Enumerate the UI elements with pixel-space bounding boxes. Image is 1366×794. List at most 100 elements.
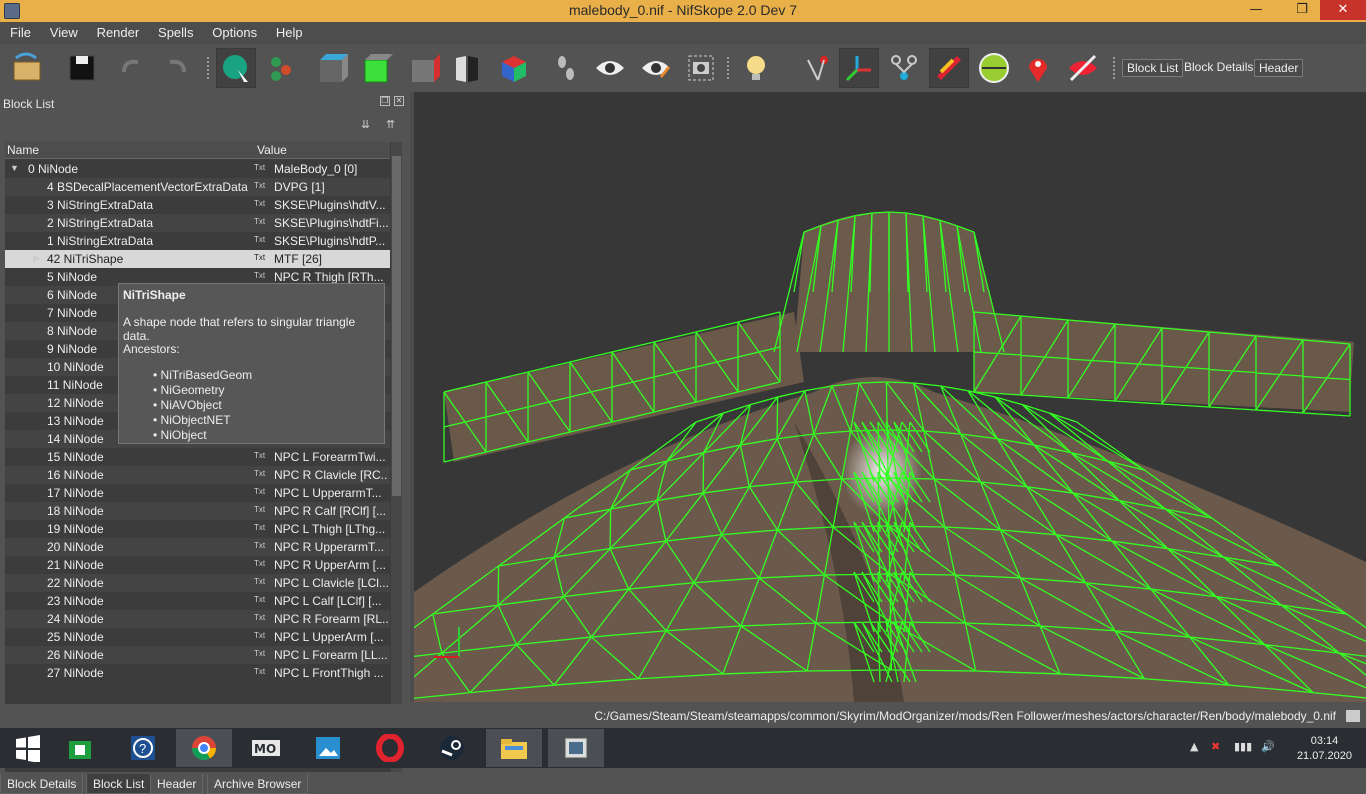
menu-help[interactable]: Help	[276, 22, 303, 40]
tree-header: Name Value	[5, 142, 390, 159]
clock-date: 21.07.2020	[1296, 750, 1352, 762]
minimize-button[interactable]: —	[1242, 0, 1270, 20]
lighting-icon[interactable]	[736, 48, 776, 88]
ancestor-item: NiTriBasedGeom	[153, 368, 253, 383]
tree-row[interactable]: 19 NiNode Txt NPC L Thigh [LThg...	[5, 520, 390, 538]
tree-row[interactable]: 26 NiNode Txt NPC L Forearm [LL...	[5, 646, 390, 664]
dock-float-button[interactable]: ❐	[380, 96, 390, 106]
column-header-name[interactable]: Name	[7, 143, 39, 157]
nifskope-task-icon[interactable]	[548, 729, 604, 767]
tree-row[interactable]: 17 NiNode Txt NPC L UpperarmT...	[5, 484, 390, 502]
view-front-icon[interactable]	[312, 48, 352, 88]
block-tree[interactable]: Name Value ▼ 0 NiNode Txt MaleBody_0 [0] 4 B…	[5, 142, 402, 772]
show-markers-icon[interactable]	[974, 48, 1014, 88]
network-status-icon[interactable]: ✖	[1211, 740, 1220, 753]
maximize-button[interactable]: ❐	[1288, 0, 1316, 20]
help-app-icon[interactable]: ?	[115, 729, 171, 767]
show-nodes-icon[interactable]	[636, 48, 676, 88]
tree-row[interactable]: ▶ 42 NiTriShape Txt MTF [26]	[5, 250, 390, 268]
show-constraints-icon[interactable]	[884, 48, 924, 88]
view-top-icon[interactable]	[357, 48, 397, 88]
show-axes-icon[interactable]	[796, 48, 836, 88]
collapse-all-icon[interactable]: ⇊	[361, 118, 370, 131]
toolbar-header-button[interactable]: Header	[1254, 59, 1304, 77]
volume-icon[interactable]: 🔊	[1261, 740, 1275, 753]
tree-row[interactable]: 15 NiNode Txt NPC L ForearmTwi...	[5, 448, 390, 466]
mo-app-icon[interactable]: MO	[238, 729, 294, 767]
show-location-marker-icon[interactable]	[1018, 48, 1058, 88]
expand-all-icon[interactable]: ⇈	[386, 118, 395, 131]
menu-spells[interactable]: Spells	[158, 22, 193, 40]
store-icon[interactable]	[52, 729, 108, 767]
redo-icon[interactable]	[156, 48, 196, 88]
start-button[interactable]	[0, 729, 56, 767]
chrome-icon[interactable]	[176, 729, 232, 767]
tab-header[interactable]: Header	[150, 774, 204, 794]
tree-row-name: 6 NiNode	[47, 288, 98, 302]
tree-row[interactable]: 24 NiNode Txt NPC R Forearm [RL...	[5, 610, 390, 628]
size-grip-icon[interactable]	[1346, 710, 1360, 722]
scrollbar-thumb[interactable]	[392, 156, 401, 496]
tree-scrollbar[interactable]	[391, 142, 402, 772]
select-object-icon[interactable]	[216, 48, 256, 88]
tree-row[interactable]: 1 NiStringExtraData Txt SKSE\Plugins\hdtP.…	[5, 232, 390, 250]
tree-row[interactable]: 27 NiNode Txt NPC L FrontThigh ...	[5, 664, 390, 682]
perspective-icon[interactable]	[448, 48, 488, 88]
text-type-icon: Txt	[254, 631, 266, 640]
view-side-icon[interactable]	[404, 48, 444, 88]
tree-row[interactable]: ▼ 0 NiNode Txt MaleBody_0 [0]	[5, 160, 390, 178]
toolbar-block-details-button[interactable]: Block Details	[1180, 59, 1257, 77]
tree-row-value: NPC R UpperArm [...	[274, 558, 387, 572]
tree-row[interactable]: 18 NiNode Txt NPC R Calf [RClf] [...	[5, 502, 390, 520]
screenshot-icon[interactable]	[681, 48, 721, 88]
toolbar-grip-3[interactable]	[1113, 57, 1116, 79]
photos-icon[interactable]	[300, 729, 356, 767]
menu-options[interactable]: Options	[212, 22, 257, 40]
view-user-icon[interactable]	[494, 48, 534, 88]
save-file-icon[interactable]	[62, 48, 102, 88]
tree-row-name: 26 NiNode	[47, 648, 104, 662]
tab-archive-browser[interactable]: Archive Browser	[207, 774, 309, 794]
text-type-icon: Txt	[254, 505, 266, 514]
signal-icon[interactable]: ▮▮▮	[1234, 740, 1252, 753]
menu-file[interactable]: File	[10, 22, 31, 40]
render-viewport[interactable]	[414, 92, 1366, 702]
toolbar-block-list-button[interactable]: Block List	[1122, 59, 1184, 77]
dock-close-button[interactable]: ✕	[394, 96, 404, 106]
tree-row[interactable]: 2 NiStringExtraData Txt SKSE\Plugins\hdtFi…	[5, 214, 390, 232]
tree-row-name: 42 NiTriShape	[47, 252, 124, 266]
tree-row[interactable]: 23 NiNode Txt NPC L Calf [LClf] [...	[5, 592, 390, 610]
show-axes-active-icon[interactable]	[839, 48, 879, 88]
tree-row[interactable]: 21 NiNode Txt NPC R UpperArm [...	[5, 556, 390, 574]
show-hidden-icon[interactable]	[590, 48, 630, 88]
toolbar-grip-2[interactable]	[727, 57, 730, 79]
toolbar-grip[interactable]	[207, 57, 210, 79]
expand-arrow-icon[interactable]: ▶	[33, 253, 40, 264]
column-header-value[interactable]: Value	[257, 143, 287, 157]
tab-block-list[interactable]: Block List	[86, 774, 152, 794]
close-button[interactable]: ✕	[1320, 0, 1366, 20]
tab-block-details[interactable]: Block Details	[0, 774, 84, 794]
walk-mode-icon[interactable]	[546, 48, 586, 88]
file-explorer-icon[interactable]	[486, 729, 542, 767]
hide-all-icon[interactable]	[1063, 48, 1103, 88]
clock[interactable]: 03:14 21.07.2020	[1297, 734, 1352, 764]
menu-render[interactable]: Render	[97, 22, 140, 40]
menu-view[interactable]: View	[50, 22, 78, 40]
clock-time: 03:14	[1310, 735, 1339, 747]
undo-icon[interactable]	[112, 48, 152, 88]
tree-row[interactable]: 16 NiNode Txt NPC R Clavicle [RC...	[5, 466, 390, 484]
select-vertex-icon[interactable]	[262, 48, 302, 88]
show-collision-icon[interactable]	[929, 48, 969, 88]
collapse-arrow-icon[interactable]: ▼	[10, 163, 19, 173]
show-hidden-icons-icon[interactable]: ▲	[1190, 740, 1198, 753]
opera-icon[interactable]	[362, 729, 418, 767]
tree-row[interactable]: 3 NiStringExtraData Txt SKSE\Plugins\hdtV.…	[5, 196, 390, 214]
tree-row[interactable]: 20 NiNode Txt NPC R UpperarmT...	[5, 538, 390, 556]
tree-row[interactable]: 22 NiNode Txt NPC L Clavicle [LCl...	[5, 574, 390, 592]
open-file-icon[interactable]	[8, 48, 48, 88]
steam-icon[interactable]	[424, 729, 480, 767]
text-type-icon: Txt	[254, 217, 266, 226]
tree-row[interactable]: 4 BSDecalPlacementVectorExtraData Txt DVPG…	[5, 178, 390, 196]
tree-row[interactable]: 25 NiNode Txt NPC L UpperArm [...	[5, 628, 390, 646]
